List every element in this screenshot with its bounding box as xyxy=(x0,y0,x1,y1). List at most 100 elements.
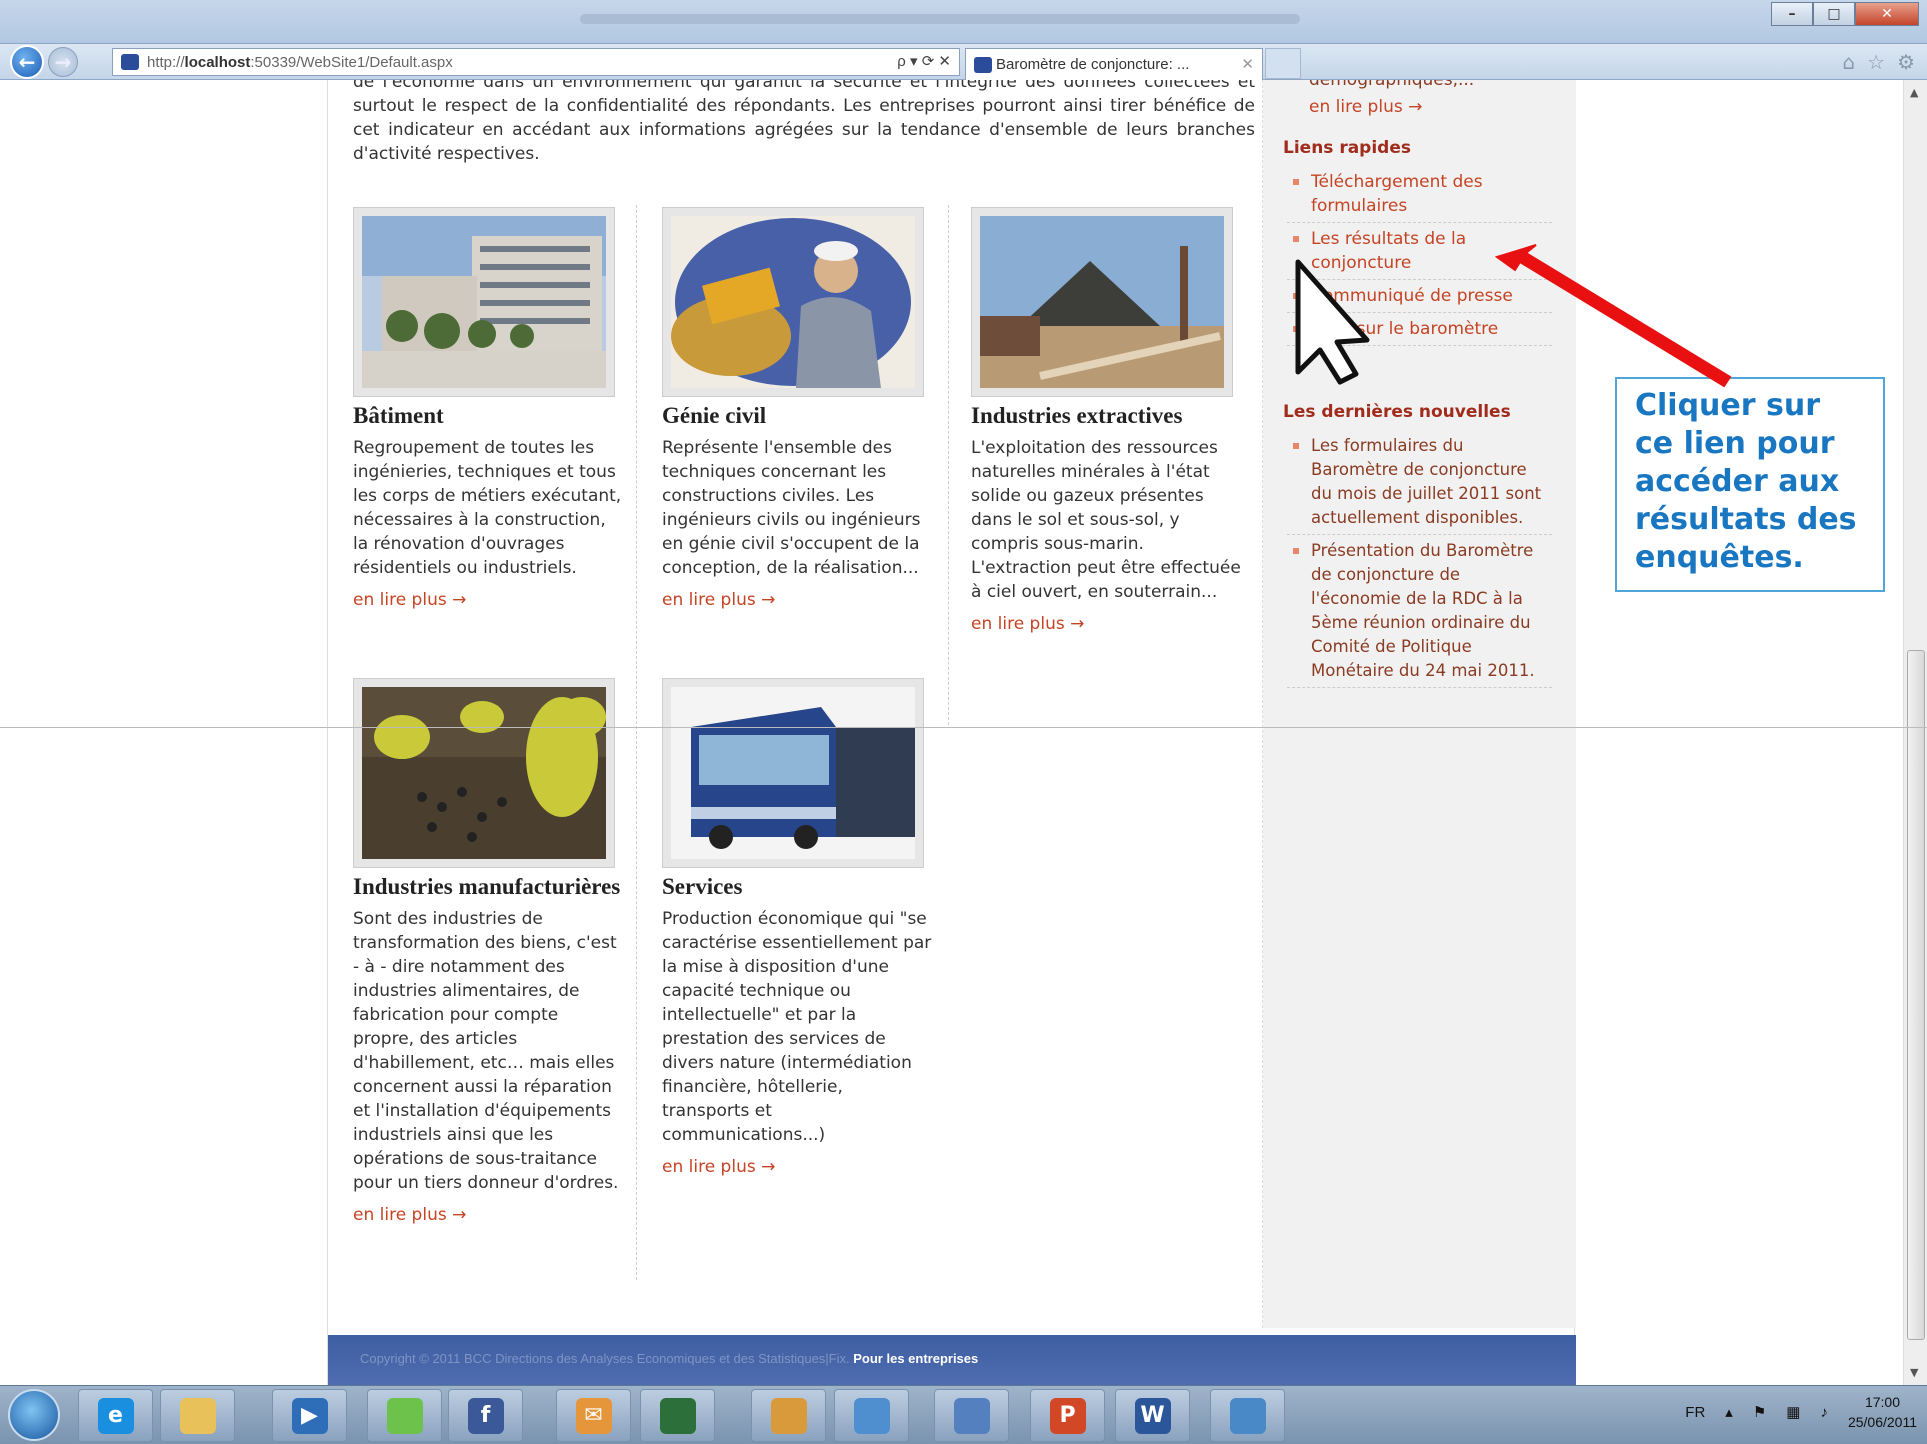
close-button[interactable]: ✕ xyxy=(1855,2,1919,26)
sector-title: Industries extractives xyxy=(971,403,1183,428)
taskbar: e ▶ f ✉ P W FR ▴ ⚑ ▦ ♪ 17:00 25/06/2011 xyxy=(0,1385,1927,1444)
clock-date: 25/06/2011 xyxy=(1847,1414,1917,1430)
main-column: de l'économie dans un environnement qui … xyxy=(328,80,1263,1328)
tab-close-icon[interactable]: ✕ xyxy=(1241,55,1254,73)
window-title-blurred xyxy=(580,14,1300,24)
quick-links-title: Liens rapides xyxy=(1283,138,1411,158)
sector-title: Industries manufacturières xyxy=(353,874,621,899)
page-favicon-icon xyxy=(121,54,139,70)
new-tab-button[interactable] xyxy=(1265,48,1301,79)
sidebar-top-text: démographiques,... xyxy=(1309,80,1475,90)
start-button[interactable] xyxy=(8,1389,60,1441)
sector-text: L'exploitation des ressources naturelles… xyxy=(971,438,1241,602)
sector-text: Production économique qui "se caractéris… xyxy=(662,909,932,1145)
sector-title: Services xyxy=(662,874,743,899)
sector-text: Sont des industries de transformation de… xyxy=(353,909,619,1193)
genie-civil-photo xyxy=(662,207,924,397)
sidebar: démographiques,... en lire plus → Liens … xyxy=(1263,80,1576,1328)
taskbar-powerpoint-icon[interactable]: P xyxy=(1030,1389,1105,1442)
sector-card-services: Services Production économique qui "se c… xyxy=(662,678,932,1177)
clock-time: 17:00 xyxy=(1864,1394,1900,1410)
clock[interactable]: 17:00 25/06/2011 xyxy=(1848,1392,1917,1432)
vertical-scrollbar[interactable]: ▲ ▼ xyxy=(1903,80,1927,1385)
news-title: Les dernières nouvelles xyxy=(1283,402,1511,422)
taskbar-ie-icon[interactable]: e xyxy=(78,1389,153,1442)
sector-card-genie-civil: Génie civil Représente l'ensemble des te… xyxy=(662,207,932,610)
taskbar-app-icon[interactable] xyxy=(1210,1389,1285,1442)
sector-text: Représente l'ensemble des techniques con… xyxy=(662,438,921,578)
scroll-up-icon[interactable]: ▲ xyxy=(1910,86,1918,99)
favorites-star-icon[interactable]: ☆ xyxy=(1867,50,1885,74)
slide-guide-line xyxy=(0,727,1927,728)
browser-tab[interactable]: Baromètre de conjoncture: ... ✕ xyxy=(965,48,1263,80)
minimize-button[interactable]: – xyxy=(1771,2,1813,26)
news-list: Les formulaires du Baromètre de conjonct… xyxy=(1287,430,1552,688)
industries-manufacturieres-photo xyxy=(353,678,615,868)
footer-copyright: Copyright © 2011 BCC Directions des Anal… xyxy=(360,1351,850,1366)
home-icon[interactable]: ⌂ xyxy=(1842,50,1855,74)
read-more-link[interactable]: en lire plus → xyxy=(353,1205,466,1225)
scroll-thumb[interactable] xyxy=(1907,650,1925,1340)
system-tray: FR ▴ ⚑ ▦ ♪ 17:00 25/06/2011 xyxy=(1685,1392,1917,1432)
read-more-link[interactable]: en lire plus → xyxy=(662,590,775,610)
language-indicator[interactable]: FR xyxy=(1685,1404,1705,1421)
tray-expand-icon[interactable]: ▴ xyxy=(1725,1403,1733,1421)
url-host: localhost xyxy=(184,53,251,71)
instruction-callout: Cliquer sur ce lien pour accéder aux rés… xyxy=(1615,377,1885,592)
maximize-button[interactable]: □ xyxy=(1813,2,1855,26)
tab-title: Baromètre de conjoncture: ... xyxy=(996,56,1190,73)
quick-links-list: Téléchargement des formulaires Les résul… xyxy=(1287,166,1552,346)
taskbar-word-icon[interactable]: W xyxy=(1115,1389,1190,1442)
footer-link[interactable]: Pour les entreprises xyxy=(853,1351,978,1366)
quick-link-formulaires[interactable]: Téléchargement des formulaires xyxy=(1287,166,1552,223)
quick-link-communique[interactable]: Communiqué de presse xyxy=(1287,280,1552,313)
window-titlebar: – □ ✕ xyxy=(0,0,1927,44)
address-tools[interactable]: ρ ▾ ⟳ ✕ xyxy=(897,52,951,70)
address-bar[interactable]: http://localhost:50339/WebSite1/Default.… xyxy=(112,48,960,76)
sector-text: Regroupement de toutes les ingénieries, … xyxy=(353,438,622,578)
scroll-down-icon[interactable]: ▼ xyxy=(1910,1366,1918,1379)
intro-paragraph: de l'économie dans un environnement qui … xyxy=(353,80,1255,164)
sector-card-industries-manufacturieres: Industries manufacturières Sont des indu… xyxy=(353,678,623,1225)
taskbar-mail-icon[interactable]: ✉ xyxy=(556,1389,631,1442)
batiment-photo xyxy=(353,207,615,397)
page-viewport: de l'économie dans un environnement qui … xyxy=(0,80,1903,1385)
read-more-link[interactable]: en lire plus → xyxy=(662,1157,775,1177)
taskbar-media-icon[interactable]: ▶ xyxy=(272,1389,347,1442)
news-item[interactable]: Présentation du Baromètre de conjoncture… xyxy=(1287,535,1552,688)
sector-card-batiment: Bâtiment Regroupement de toutes les ingé… xyxy=(353,207,623,610)
network-icon[interactable]: ▦ xyxy=(1786,1403,1800,1421)
sector-title: Bâtiment xyxy=(353,403,444,428)
read-more-link[interactable]: en lire plus → xyxy=(353,590,466,610)
quick-link-resultats[interactable]: Les résultats de la conjoncture xyxy=(1287,223,1552,280)
browser-navbar: ← → http://localhost:50339/WebSite1/Defa… xyxy=(0,44,1927,80)
footer-text: Copyright © 2011 BCC Directions des Anal… xyxy=(360,1351,978,1366)
services-photo xyxy=(662,678,924,868)
page-container: de l'économie dans un environnement qui … xyxy=(327,80,1576,1385)
back-button[interactable]: ← xyxy=(10,45,44,79)
taskbar-app-icon[interactable] xyxy=(934,1389,1009,1442)
sidebar-read-more-link[interactable]: en lire plus → xyxy=(1309,97,1422,117)
page-footer: Copyright © 2011 BCC Directions des Anal… xyxy=(328,1335,1576,1385)
window-controls: – □ ✕ xyxy=(1771,2,1919,26)
read-more-link[interactable]: en lire plus → xyxy=(971,614,1084,634)
url-scheme: http:// xyxy=(147,53,185,71)
taskbar-app-icon[interactable] xyxy=(640,1389,715,1442)
taskbar-messenger-icon[interactable] xyxy=(367,1389,442,1442)
forward-button[interactable]: → xyxy=(48,47,78,77)
browser-right-icons: ⌂ ☆ ⚙ xyxy=(1842,50,1915,74)
taskbar-explorer-icon[interactable] xyxy=(160,1389,235,1442)
tab-favicon-icon xyxy=(974,57,992,73)
sector-title: Génie civil xyxy=(662,403,767,428)
flag-icon[interactable]: ⚑ xyxy=(1753,1403,1766,1421)
news-item[interactable]: Les formulaires du Baromètre de conjonct… xyxy=(1287,430,1552,535)
volume-icon[interactable]: ♪ xyxy=(1820,1404,1828,1421)
taskbar-app-icon[interactable] xyxy=(834,1389,909,1442)
quick-link-note[interactable]: Note sur le baromètre xyxy=(1287,313,1552,346)
taskbar-app-icon[interactable] xyxy=(751,1389,826,1442)
industries-extractives-photo xyxy=(971,207,1233,397)
url-path: :50339/WebSite1/Default.aspx xyxy=(250,53,453,71)
taskbar-facebook-icon[interactable]: f xyxy=(448,1389,523,1442)
sector-card-industries-extractives: Industries extractives L'exploitation de… xyxy=(971,207,1241,634)
gear-icon[interactable]: ⚙ xyxy=(1897,50,1915,74)
